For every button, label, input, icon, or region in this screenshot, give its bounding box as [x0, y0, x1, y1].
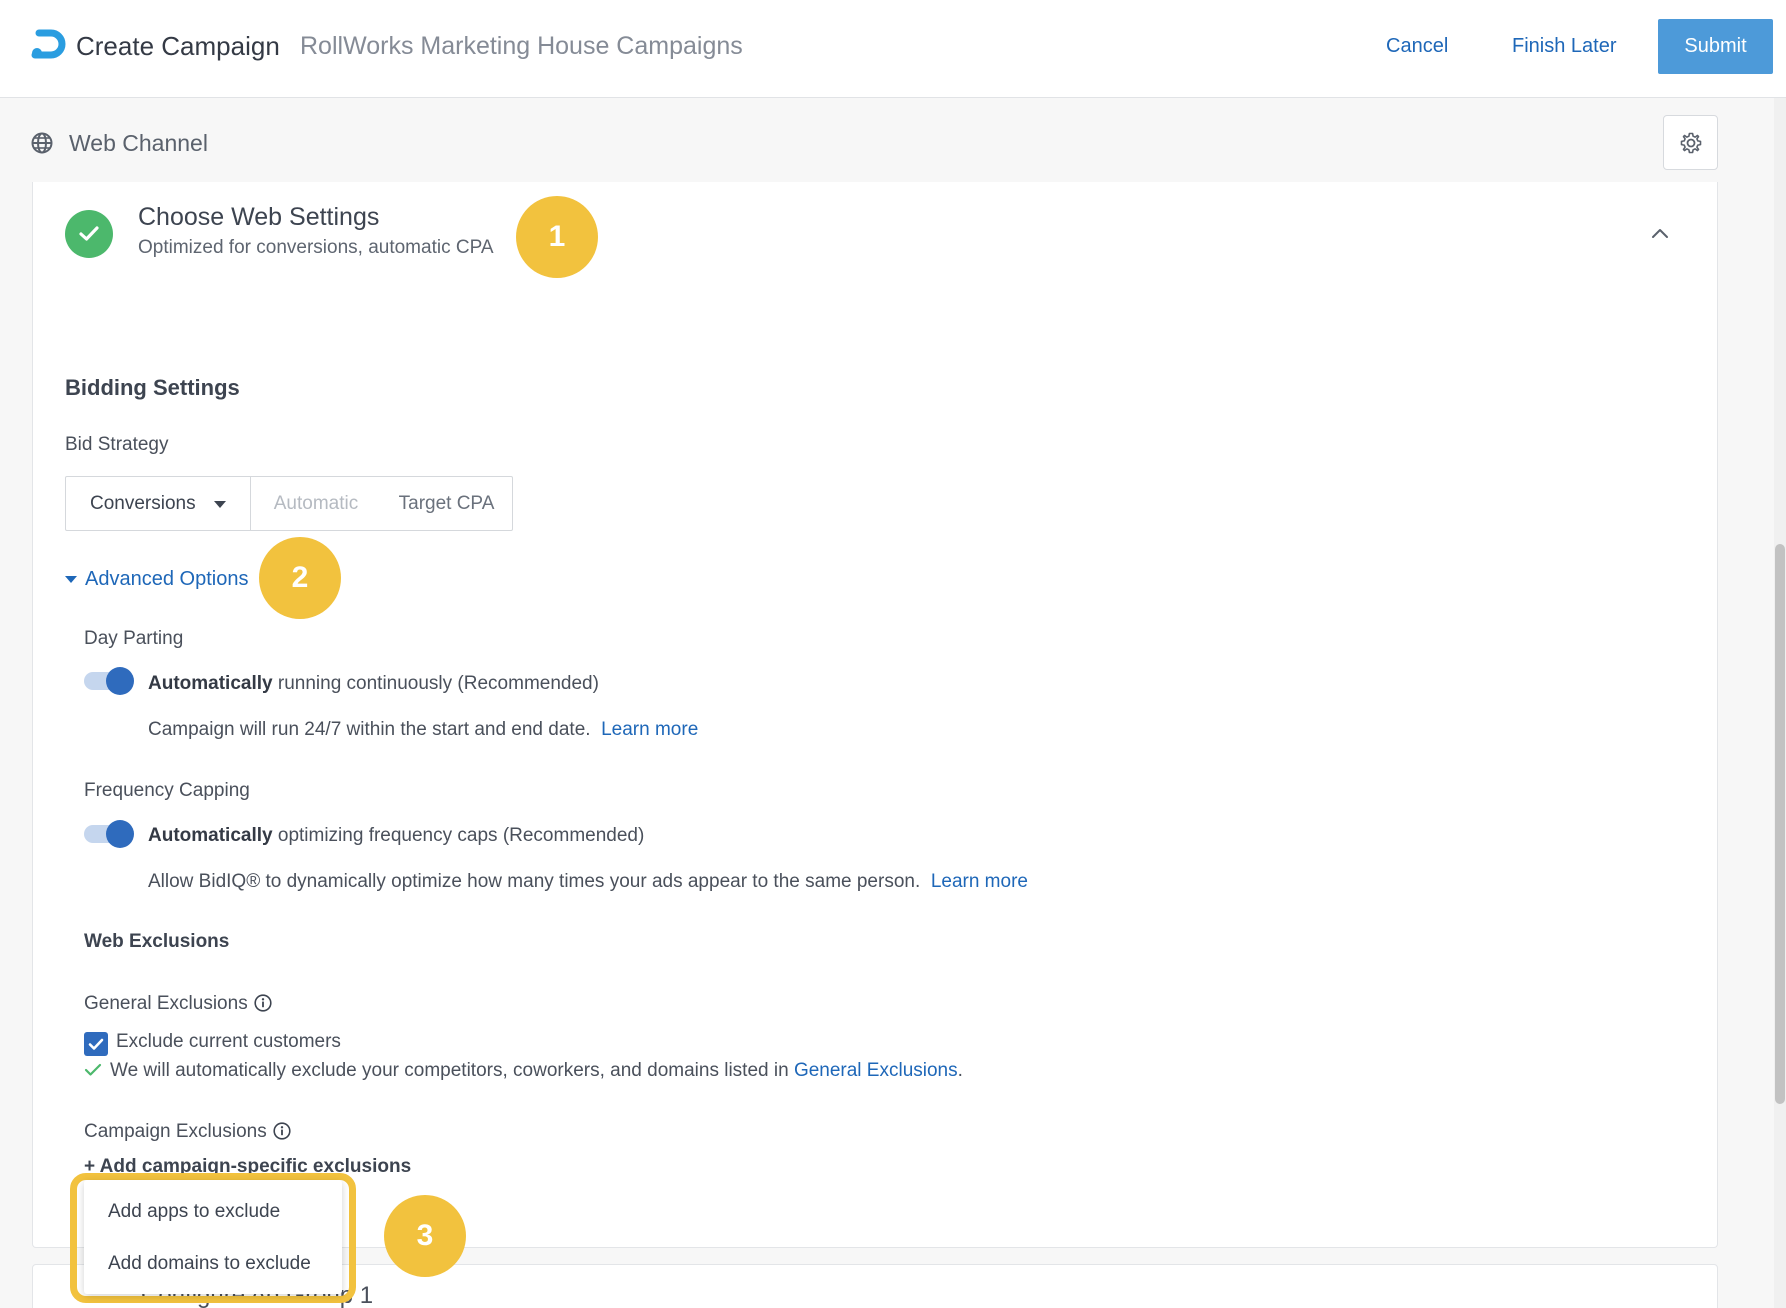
step-title: Choose Web Settings: [138, 203, 380, 231]
step-complete-icon: [65, 210, 113, 258]
general-exclusions-link[interactable]: General Exclusions: [794, 1060, 958, 1081]
cancel-button[interactable]: Cancel: [1386, 30, 1448, 62]
caret-down-icon: [214, 501, 226, 508]
frequency-learn-more-link[interactable]: Learn more: [931, 871, 1028, 892]
menu-item-add-domains[interactable]: Add domains to exclude: [84, 1238, 342, 1290]
frequency-option-bold: Automatically: [148, 825, 273, 846]
exclude-customers-checkbox[interactable]: [84, 1032, 108, 1056]
chevron-up-icon[interactable]: [1648, 222, 1672, 246]
step-subtitle: Optimized for conversions, automatic CPA: [138, 237, 494, 258]
account-name: RollWorks Marketing House Campaigns: [300, 32, 743, 60]
exclude-customers-label: Exclude current customers: [116, 1031, 341, 1052]
info-icon[interactable]: [254, 994, 272, 1012]
campaign-exclusions-text: Campaign Exclusions: [84, 1121, 267, 1142]
submit-button[interactable]: Submit: [1658, 19, 1773, 74]
day-parting-desc-text: Campaign will run 24/7 within the start …: [148, 719, 591, 740]
finish-later-button[interactable]: Finish Later: [1512, 30, 1617, 62]
bidding-settings-heading: Bidding Settings: [65, 375, 240, 400]
globe-icon: [31, 132, 53, 154]
general-exclusions-label: General Exclusions: [84, 991, 272, 1017]
day-parting-switch[interactable]: [84, 667, 134, 695]
advanced-options-toggle[interactable]: Advanced Options: [65, 565, 248, 593]
advanced-options-label: Advanced Options: [85, 568, 249, 590]
channel-settings-button[interactable]: [1663, 115, 1718, 170]
frequency-capping-switch[interactable]: [84, 820, 134, 848]
auto-note-end: .: [957, 1060, 963, 1081]
check-icon: [84, 1063, 102, 1076]
auto-exclusion-note: We will automatically exclude your compe…: [84, 1058, 963, 1084]
frequency-desc-text: Allow BidIQ® to dynamically optimize how…: [148, 871, 921, 892]
day-parting-label: Day Parting: [84, 628, 184, 649]
target-cpa-option[interactable]: Target CPA: [381, 477, 512, 530]
switch-knob: [106, 820, 134, 848]
day-parting-option-bold: Automatically: [148, 673, 273, 694]
callout-badge-1: 1: [516, 196, 598, 278]
frequency-capping-option: Automatically optimizing frequency caps …: [148, 823, 644, 849]
top-bar: Create Campaign RollWorks Marketing Hous…: [0, 0, 1786, 98]
exclusions-dropdown-menu: Add apps to exclude Add domains to exclu…: [84, 1180, 342, 1294]
menu-item-add-apps[interactable]: Add apps to exclude: [84, 1186, 342, 1238]
checkmark-icon: [79, 226, 99, 241]
checkmark-icon: [88, 1038, 104, 1050]
day-parting-learn-more-link[interactable]: Learn more: [601, 719, 698, 740]
gear-icon: [1680, 132, 1701, 153]
info-icon[interactable]: [273, 1122, 291, 1140]
scrollbar-thumb[interactable]: [1775, 544, 1785, 1104]
switch-knob: [106, 667, 134, 695]
frequency-option-text: optimizing frequency caps (Recommended): [272, 825, 645, 846]
bid-strategy-group: Conversions Automatic Target CPA: [65, 476, 513, 531]
bid-strategy-value: Conversions: [90, 492, 196, 514]
auto-note-text: We will automatically exclude your compe…: [110, 1060, 794, 1081]
frequency-capping-label: Frequency Capping: [84, 780, 250, 801]
frequency-capping-description: Allow BidIQ® to dynamically optimize how…: [148, 869, 1028, 895]
day-parting-option: Automatically running continuously (Reco…: [148, 671, 599, 697]
rollworks-logo-icon: [31, 29, 66, 59]
web-exclusions-heading: Web Exclusions: [84, 931, 230, 952]
page-title: Create Campaign: [76, 31, 280, 61]
callout-badge-2: 2: [259, 537, 341, 619]
web-settings-card: [32, 182, 1718, 1248]
general-exclusions-text: General Exclusions: [84, 993, 248, 1014]
callout-badge-3: 3: [384, 1195, 466, 1277]
bid-strategy-label: Bid Strategy: [65, 434, 169, 455]
day-parting-option-text: running continuously (Recommended): [272, 673, 599, 694]
channel-label: Web Channel: [69, 130, 208, 156]
day-parting-description: Campaign will run 24/7 within the start …: [148, 717, 698, 743]
automatic-option: Automatic: [273, 492, 359, 514]
campaign-exclusions-label: Campaign Exclusions: [84, 1119, 291, 1145]
caret-down-icon: [65, 575, 77, 583]
bid-strategy-dropdown[interactable]: Conversions: [66, 477, 251, 530]
